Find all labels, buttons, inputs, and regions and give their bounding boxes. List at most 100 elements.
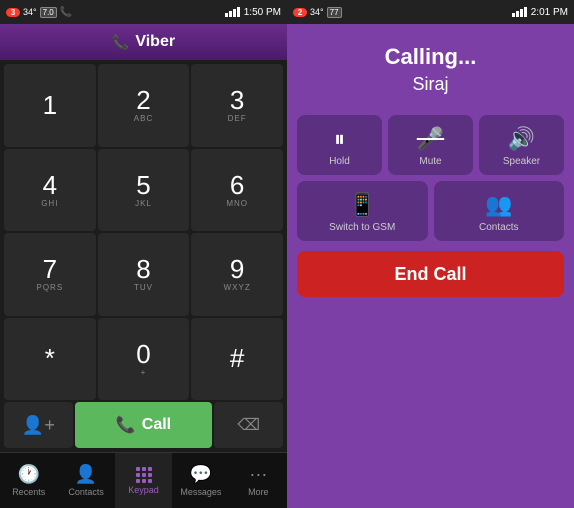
nav-more[interactable]: ··· More (230, 453, 287, 508)
key-sub-3: GHI (41, 199, 58, 208)
viber-phone-icon: 📞 (112, 34, 129, 51)
shield-badge-right: 77 (327, 7, 342, 18)
end-call-label: End Call (394, 264, 466, 285)
key-main-2: 3 (230, 87, 244, 113)
key-sub-1: ABC (134, 114, 153, 123)
notification-badge-right: 2 (293, 8, 307, 17)
key-main-4: 5 (136, 172, 150, 198)
key-main-0: 1 (43, 92, 57, 118)
nav-keypad[interactable]: Keypad (115, 453, 172, 508)
time-left: 1:50 PM (244, 7, 281, 18)
key-3[interactable]: 3DEF (191, 64, 283, 147)
status-bar-left: 3 34° 7.0 📞 1:50 PM (0, 0, 287, 24)
nav-more-label: More (248, 487, 269, 497)
switch-gsm-label: Switch to GSM (329, 222, 395, 233)
end-call-button[interactable]: End Call (297, 251, 564, 297)
notification-badge-left: 3 (6, 8, 20, 17)
key-sub-6: PQRS (36, 283, 63, 292)
signal-bars-left (225, 7, 240, 17)
keypad-icon (136, 467, 152, 483)
key-6[interactable]: 6MNO (191, 149, 283, 232)
nav-messages[interactable]: 💬 Messages (172, 453, 229, 508)
speaker-label: Speaker (503, 156, 540, 167)
switch-gsm-icon: 📱 (349, 192, 376, 218)
callee-name: Siraj (297, 74, 564, 95)
key-sub-2: DEF (228, 114, 247, 123)
shield-badge-left: 7.0 (40, 7, 57, 18)
viber-header: 📞 Viber (0, 24, 287, 60)
key-1[interactable]: 1 (4, 64, 96, 147)
nav-messages-label: Messages (180, 487, 221, 497)
key-sub-7: TUV (134, 283, 153, 292)
hold-button[interactable]: ⏸ Hold (297, 115, 382, 175)
controls-area: ⏸ Hold 🎤 Mute 🔊 Speaker 📱 Switch to GSM … (287, 105, 574, 508)
status-bar-right: 2 34° 77 2:01 PM (287, 0, 574, 24)
action-row: 👤+ 📞 Call ⌫ (4, 402, 283, 448)
key-main-10: 0 (136, 341, 150, 367)
key-sub-8: WXYZ (224, 283, 251, 292)
key-main-3: 4 (43, 172, 57, 198)
key-sub-10: + (141, 368, 147, 377)
key-main-11: # (230, 345, 244, 371)
key-main-9: * (45, 345, 55, 371)
keypad-dots-icon (136, 467, 152, 483)
time-right: 2:01 PM (531, 7, 568, 18)
hold-label: Hold (329, 156, 350, 167)
controls-row-2: 📱 Switch to GSM 👥 Contacts (297, 181, 564, 241)
right-panel: 2 34° 77 2:01 PM Calling... Siraj ⏸ Hold (287, 0, 574, 508)
temp-left: 34° (23, 7, 37, 17)
nav-contacts-label: Contacts (68, 487, 104, 497)
mute-icon: 🎤 (417, 126, 444, 152)
nav-contacts[interactable]: 👤 Contacts (57, 453, 114, 508)
speaker-button[interactable]: 🔊 Speaker (479, 115, 564, 175)
contacts-icon: 👤 (75, 464, 97, 485)
temp-right: 34° (310, 7, 324, 17)
hold-icon: ⏸ (334, 126, 345, 152)
mute-button[interactable]: 🎤 Mute (388, 115, 473, 175)
more-icon: ··· (249, 464, 267, 485)
recents-icon: 🕐 (17, 464, 39, 485)
key-main-7: 8 (136, 256, 150, 282)
key-main-6: 7 (43, 256, 57, 282)
calling-label: Calling... (297, 44, 564, 70)
dialpad-area: 12ABC3DEF4GHI5JKL6MNO7PQRS8TUV9WXYZ*0+# … (0, 60, 287, 452)
phone-icon-left: 📞 (60, 7, 72, 18)
key-hash[interactable]: # (191, 318, 283, 401)
key-sub-5: MNO (226, 199, 248, 208)
keypad-grid: 12ABC3DEF4GHI5JKL6MNO7PQRS8TUV9WXYZ*0+# (4, 64, 283, 400)
call-phone-icon: 📞 (116, 415, 136, 435)
key-0[interactable]: 0+ (98, 318, 190, 401)
key-8[interactable]: 8TUV (98, 233, 190, 316)
nav-recents[interactable]: 🕐 Recents (0, 453, 57, 508)
call-button-label: Call (142, 416, 171, 434)
add-contact-button[interactable]: 👤+ (4, 402, 73, 448)
contacts-call-label: Contacts (479, 222, 518, 233)
call-button[interactable]: 📞 Call (75, 402, 213, 448)
nav-keypad-label: Keypad (128, 485, 159, 495)
contacts-call-button[interactable]: 👥 Contacts (434, 181, 565, 241)
key-sub-4: JKL (135, 199, 152, 208)
signal-bars-right (512, 7, 527, 17)
bottom-nav-left: 🕐 Recents 👤 Contacts Keypad 💬 Messages ·… (0, 452, 287, 508)
add-contact-icon: 👤+ (22, 415, 55, 436)
key-9[interactable]: 9WXYZ (191, 233, 283, 316)
key-main-5: 6 (230, 172, 244, 198)
key-main-8: 9 (230, 256, 244, 282)
mute-label: Mute (419, 156, 441, 167)
calling-section: Calling... Siraj (287, 24, 574, 105)
viber-title: Viber (135, 33, 175, 51)
key-4[interactable]: 4GHI (4, 149, 96, 232)
contacts-call-icon: 👥 (485, 192, 512, 218)
switch-gsm-button[interactable]: 📱 Switch to GSM (297, 181, 428, 241)
controls-row-1: ⏸ Hold 🎤 Mute 🔊 Speaker (297, 115, 564, 175)
key-7[interactable]: 7PQRS (4, 233, 96, 316)
messages-icon: 💬 (190, 464, 212, 485)
backspace-icon: ⌫ (237, 415, 260, 435)
nav-recents-label: Recents (12, 487, 45, 497)
key-5[interactable]: 5JKL (98, 149, 190, 232)
key-star[interactable]: * (4, 318, 96, 401)
speaker-icon: 🔊 (508, 126, 535, 152)
backspace-button[interactable]: ⌫ (214, 402, 283, 448)
key-2[interactable]: 2ABC (98, 64, 190, 147)
key-main-1: 2 (136, 87, 150, 113)
